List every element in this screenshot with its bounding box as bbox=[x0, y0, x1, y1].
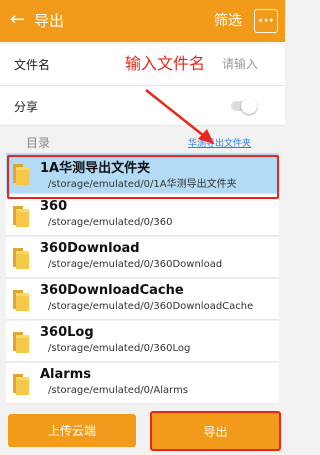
folder-icon bbox=[12, 330, 30, 353]
more-menu-button[interactable]: ··· bbox=[254, 9, 278, 33]
back-arrow-icon[interactable]: ← bbox=[10, 9, 25, 31]
folder-name: 1A华测导出文件夹 bbox=[40, 161, 151, 176]
filename-input[interactable] bbox=[222, 54, 278, 74]
folder-icon bbox=[12, 372, 30, 395]
folder-item[interactable]: 1A华测导出文件夹/storage/emulated/0/1A华测导出文件夹 bbox=[6, 153, 279, 194]
folder-name: 360Log bbox=[40, 325, 94, 340]
footer-bar: 上传云端 导出 bbox=[0, 408, 285, 455]
folder-icon bbox=[12, 246, 30, 269]
directory-label: 目录 bbox=[26, 136, 51, 150]
share-toggle[interactable] bbox=[231, 98, 257, 114]
folder-item[interactable]: 360DownloadCache/storage/emulated/0/360D… bbox=[6, 279, 279, 320]
export-button[interactable]: 导出 bbox=[150, 411, 281, 451]
folder-path: /storage/emulated/0/360DownloadCache bbox=[48, 301, 254, 312]
folder-icon bbox=[12, 204, 30, 227]
folder-name: 360DownloadCache bbox=[40, 283, 184, 298]
filename-label: 文件名 bbox=[14, 58, 51, 72]
folder-list: 1A华测导出文件夹/storage/emulated/0/1A华测导出文件夹 36… bbox=[6, 153, 279, 406]
upload-cloud-button[interactable]: 上传云端 bbox=[8, 414, 136, 447]
folder-name: 360Download bbox=[40, 241, 140, 256]
filter-button[interactable]: 筛选 bbox=[214, 11, 242, 31]
share-row: 分享 bbox=[0, 86, 285, 126]
folder-path: /storage/emulated/0/360 bbox=[48, 217, 173, 228]
share-label: 分享 bbox=[14, 100, 39, 114]
toggle-knob bbox=[241, 98, 257, 114]
folder-item[interactable]: 360/storage/emulated/0/360 bbox=[6, 195, 279, 236]
folder-icon bbox=[12, 162, 30, 185]
export-folder-link[interactable]: 华测导出文件夹 bbox=[188, 136, 251, 149]
filename-annotation: 输入文件名 bbox=[125, 54, 206, 73]
filename-row: 文件名 输入文件名 bbox=[0, 44, 285, 86]
folder-path: /storage/emulated/0/360Log bbox=[48, 343, 191, 354]
folder-name: Alarms bbox=[40, 367, 91, 382]
folder-path: /storage/emulated/0/Alarms bbox=[48, 385, 189, 396]
folder-item[interactable]: 360Download/storage/emulated/0/360Downlo… bbox=[6, 237, 279, 278]
folder-icon bbox=[12, 288, 30, 311]
folder-path: /storage/emulated/0/1A华测导出文件夹 bbox=[48, 179, 237, 190]
folder-item[interactable]: Alarms/storage/emulated/0/Alarms bbox=[6, 363, 279, 404]
folder-path: /storage/emulated/0/360Download bbox=[48, 259, 223, 270]
folder-item[interactable]: 360Log/storage/emulated/0/360Log bbox=[6, 321, 279, 362]
directory-row: 目录 华测导出文件夹 bbox=[0, 128, 285, 152]
app-header: ← 导出 筛选 ··· bbox=[0, 0, 285, 42]
page-title: 导出 bbox=[34, 12, 65, 30]
folder-name: 360 bbox=[40, 199, 68, 214]
